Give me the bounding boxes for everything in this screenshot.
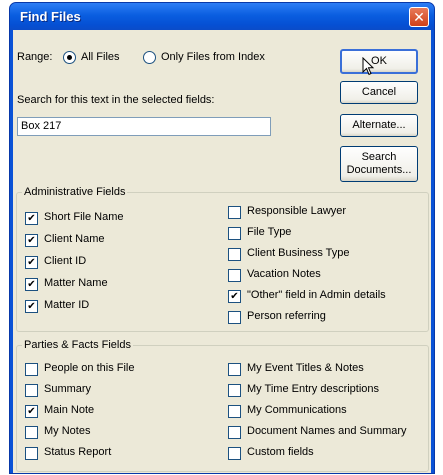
- alternate-button[interactable]: Alternate...: [340, 114, 418, 137]
- label-responsible-lawyer[interactable]: Responsible Lawyer: [247, 205, 346, 217]
- checkbox-summary[interactable]: [25, 384, 38, 397]
- label-event-titles[interactable]: My Event Titles & Notes: [247, 362, 364, 374]
- checkbox-main-note[interactable]: ✔: [25, 405, 38, 418]
- label-document-names[interactable]: Document Names and Summary: [247, 425, 407, 437]
- search-label: Search for this text in the selected fie…: [17, 94, 215, 106]
- label-my-notes[interactable]: My Notes: [44, 425, 90, 437]
- label-other-field[interactable]: "Other" field in Admin details: [247, 289, 386, 301]
- label-time-entry[interactable]: My Time Entry descriptions: [247, 383, 379, 395]
- search-documents-line1: Search: [361, 151, 397, 163]
- checkbox-time-entry[interactable]: [228, 384, 241, 397]
- administrative-fields-legend: Administrative Fields: [22, 186, 128, 198]
- administrative-fields-group: Administrative Fields ✔ Short File Name …: [16, 186, 429, 332]
- checkbox-client-business-type[interactable]: [228, 248, 241, 261]
- label-custom-fields[interactable]: Custom fields: [247, 446, 314, 458]
- find-files-dialog: Find Files ✕ Range: All Files Only Files…: [9, 2, 435, 474]
- alternate-button-label: Alternate...: [352, 119, 406, 131]
- mouse-cursor-icon: [362, 57, 375, 76]
- checkbox-status-report[interactable]: [25, 447, 38, 460]
- radio-only-index-label[interactable]: Only Files from Index: [161, 51, 265, 63]
- search-documents-line2: Documents...: [346, 164, 412, 176]
- cancel-button[interactable]: Cancel: [340, 81, 418, 104]
- checkbox-event-titles[interactable]: [228, 363, 241, 376]
- label-client-id[interactable]: Client ID: [44, 255, 86, 267]
- checkbox-short-file-name[interactable]: ✔: [25, 212, 38, 225]
- dialog-body: Range: All Files Only Files from Index S…: [13, 30, 431, 473]
- label-summary[interactable]: Summary: [44, 383, 91, 395]
- checkbox-responsible-lawyer[interactable]: [228, 206, 241, 219]
- label-main-note[interactable]: Main Note: [44, 404, 94, 416]
- checkbox-vacation-notes[interactable]: [228, 269, 241, 282]
- radio-all-files[interactable]: [63, 51, 76, 64]
- checkbox-document-names[interactable]: [228, 426, 241, 439]
- label-vacation-notes[interactable]: Vacation Notes: [247, 268, 321, 280]
- label-communications[interactable]: My Communications: [247, 404, 347, 416]
- label-matter-name[interactable]: Matter Name: [44, 277, 108, 289]
- title-bar[interactable]: Find Files ✕: [10, 3, 434, 30]
- radio-all-files-label[interactable]: All Files: [81, 51, 120, 63]
- checkbox-client-id[interactable]: ✔: [25, 256, 38, 269]
- range-label: Range:: [17, 51, 53, 63]
- label-people-on-file[interactable]: People on this File: [44, 362, 135, 374]
- checkbox-other-field[interactable]: ✔: [228, 290, 241, 303]
- checkbox-communications[interactable]: [228, 405, 241, 418]
- checkbox-client-name[interactable]: ✔: [25, 234, 38, 247]
- checkbox-custom-fields[interactable]: [228, 447, 241, 460]
- search-documents-button[interactable]: Search Documents...: [340, 146, 418, 182]
- label-client-business-type[interactable]: Client Business Type: [247, 247, 350, 259]
- checkbox-matter-name[interactable]: ✔: [25, 278, 38, 291]
- search-input[interactable]: Box 217: [17, 117, 271, 136]
- parties-facts-legend: Parties & Facts Fields: [22, 339, 133, 351]
- checkbox-people-on-file[interactable]: [25, 363, 38, 376]
- label-status-report[interactable]: Status Report: [44, 446, 111, 458]
- label-matter-id[interactable]: Matter ID: [44, 299, 89, 311]
- dialog-title: Find Files: [20, 9, 81, 24]
- label-file-type[interactable]: File Type: [247, 226, 291, 238]
- checkbox-my-notes[interactable]: [25, 426, 38, 439]
- label-short-file-name[interactable]: Short File Name: [44, 211, 123, 223]
- checkbox-file-type[interactable]: [228, 227, 241, 240]
- label-person-referring[interactable]: Person referring: [247, 310, 326, 322]
- radio-selected-dot: [67, 55, 72, 60]
- label-client-name[interactable]: Client Name: [44, 233, 105, 245]
- parties-facts-fields-group: Parties & Facts Fields People on this Fi…: [16, 339, 429, 472]
- radio-only-index[interactable]: [143, 51, 156, 64]
- checkbox-matter-id[interactable]: ✔: [25, 300, 38, 313]
- ok-button[interactable]: OK: [340, 49, 418, 74]
- checkbox-person-referring[interactable]: [228, 311, 241, 324]
- close-icon[interactable]: ✕: [409, 7, 429, 27]
